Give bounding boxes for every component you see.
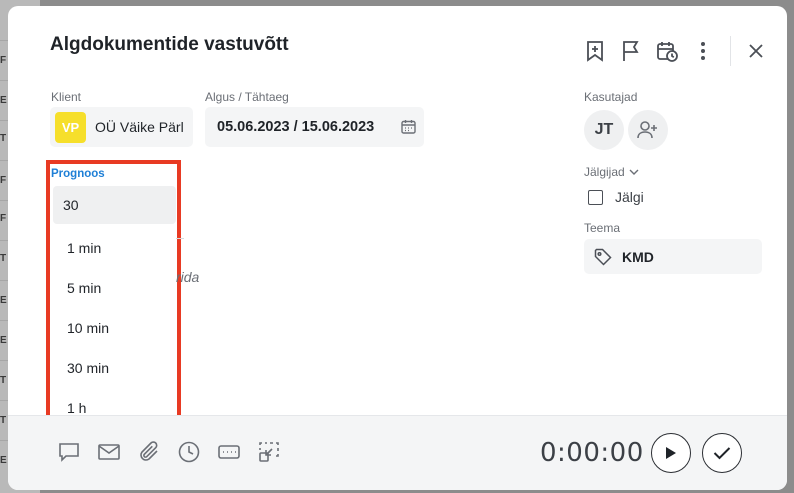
header-actions bbox=[570, 36, 767, 66]
highlight-annotation-box bbox=[46, 160, 181, 441]
modal-title: Algdokumentide vastuvõtt bbox=[50, 34, 289, 55]
attachment-icon[interactable] bbox=[138, 441, 160, 463]
calendar-icon bbox=[401, 119, 416, 139]
tag-icon bbox=[594, 248, 612, 266]
close-icon[interactable] bbox=[745, 40, 767, 62]
obscured-field-edge bbox=[176, 238, 184, 239]
add-user-button[interactable] bbox=[628, 110, 668, 150]
row-marker: T bbox=[0, 415, 7, 426]
client-field[interactable]: VP OÜ Väike Pärl bbox=[50, 107, 193, 147]
obscured-text: rida bbox=[176, 269, 200, 285]
row-marker: E bbox=[0, 95, 7, 106]
add-user-icon bbox=[637, 121, 657, 139]
row-marker: T bbox=[0, 375, 7, 386]
row-marker: F bbox=[0, 55, 7, 66]
start-timer-button[interactable] bbox=[651, 433, 691, 473]
client-label: Klient bbox=[51, 90, 82, 104]
play-icon bbox=[666, 447, 676, 459]
row-marker: E bbox=[0, 295, 7, 306]
client-name: OÜ Väike Pärl bbox=[95, 119, 184, 135]
more-vertical-icon[interactable] bbox=[692, 40, 714, 62]
complete-task-button[interactable] bbox=[702, 433, 742, 473]
followers-toggle[interactable]: Jälgijad bbox=[584, 165, 640, 179]
task-modal: Algdokumentide vastuvõtt Klient VP OÜ Vä… bbox=[8, 6, 787, 490]
row-marker: T bbox=[0, 133, 7, 144]
follow-label: Jälgi bbox=[615, 189, 644, 205]
chevron-down-icon bbox=[629, 169, 639, 175]
header-divider bbox=[730, 36, 731, 66]
calendar-clock-icon[interactable] bbox=[656, 40, 678, 62]
row-marker: E bbox=[0, 455, 7, 466]
followers-label: Jälgijad bbox=[584, 165, 625, 179]
time-tracker-display: 0:00:00 bbox=[540, 438, 644, 468]
users-label: Kasutajad bbox=[584, 90, 638, 104]
row-marker: E bbox=[0, 335, 7, 346]
bookmark-add-icon[interactable] bbox=[584, 40, 606, 62]
row-marker: F bbox=[0, 175, 7, 186]
dates-label: Algus / Tähtaeg bbox=[205, 90, 289, 104]
row-marker: F bbox=[0, 213, 7, 224]
check-icon bbox=[713, 447, 731, 460]
mail-icon[interactable] bbox=[98, 441, 120, 463]
comment-icon[interactable] bbox=[58, 441, 80, 463]
flag-icon[interactable] bbox=[620, 40, 642, 62]
footer-actions bbox=[58, 441, 298, 463]
follow-checkbox[interactable] bbox=[588, 189, 603, 205]
clock-icon[interactable] bbox=[178, 441, 200, 463]
move-icon[interactable] bbox=[258, 441, 280, 463]
date-range-value: 05.06.2023 / 15.06.2023 bbox=[217, 119, 375, 135]
keyboard-icon[interactable] bbox=[218, 441, 240, 463]
modal-footer: 0:00:00 bbox=[8, 415, 787, 490]
topic-field[interactable]: KMD bbox=[584, 239, 762, 274]
user-avatar[interactable]: JT bbox=[584, 110, 624, 150]
follow-toggle[interactable]: Jälgi bbox=[588, 189, 644, 205]
topic-label: Teema bbox=[584, 221, 621, 235]
date-range-field[interactable]: 05.06.2023 / 15.06.2023 bbox=[205, 107, 424, 147]
topic-value: KMD bbox=[622, 248, 654, 265]
client-avatar: VP bbox=[55, 111, 86, 143]
row-marker: T bbox=[0, 253, 7, 264]
